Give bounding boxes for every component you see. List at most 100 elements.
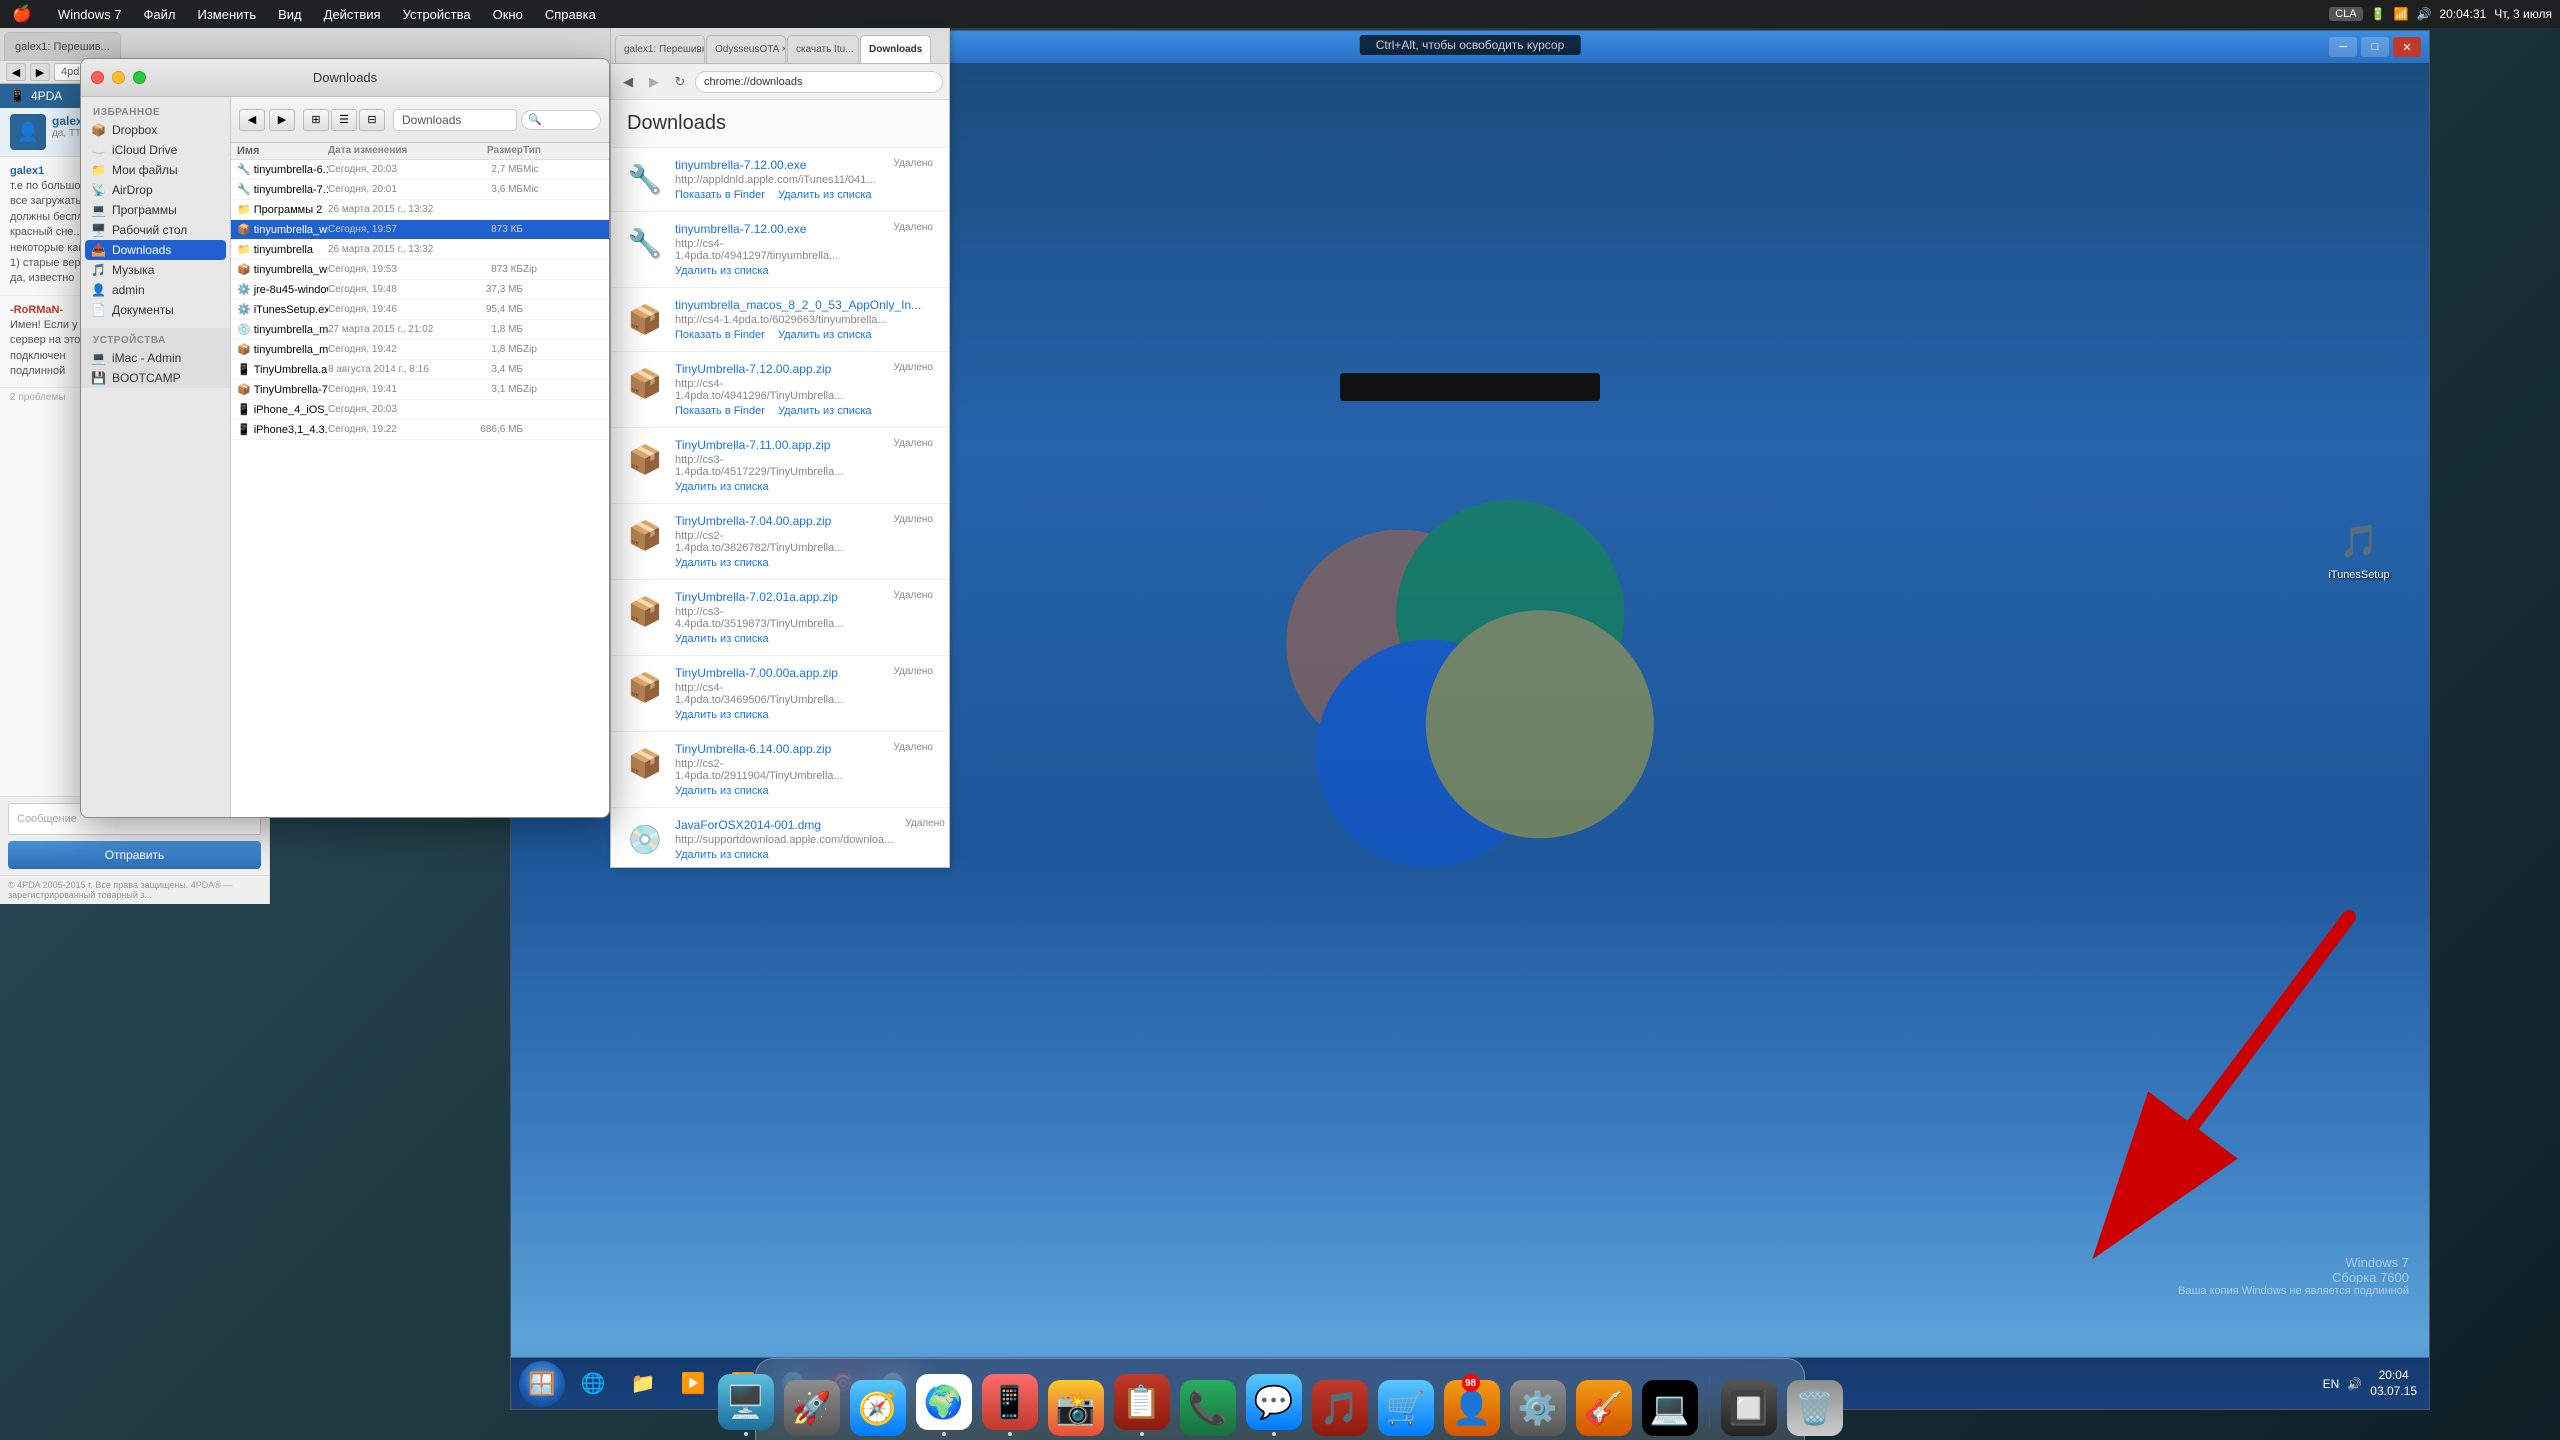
download-link[interactable]: TinyUmbrella-7.00.00a.app.zip bbox=[675, 666, 882, 680]
sidebar-item-downloads[interactable]: 📥 Downloads bbox=[85, 240, 226, 260]
remove-from-list-btn[interactable]: Удалить из списка bbox=[675, 481, 769, 493]
finder-file-row[interactable]: 📁tinyumbrella 26 марта 2015 г., 13:32 bbox=[231, 240, 609, 260]
finder-file-row[interactable]: 📁Программы 2 26 марта 2015 г., 13:32 bbox=[231, 200, 609, 220]
remove-from-list-btn[interactable]: Удалить из списка bbox=[675, 709, 769, 721]
chrome-tab-forum[interactable]: galex1: Перешивка для iPad ... QMB... bbox=[615, 35, 705, 63]
finder-minimize-button[interactable] bbox=[112, 71, 125, 84]
download-link[interactable]: tinyumbrella-7.12.00.exe bbox=[675, 158, 882, 172]
file-menu[interactable]: Файл bbox=[140, 5, 180, 24]
sidebar-item-docs[interactable]: 📄 Документы bbox=[81, 300, 230, 320]
finder-file-row[interactable]: 📱TinyUmbrella.app 8 августа 2014 г., 8:1… bbox=[231, 360, 609, 380]
chrome-tab-odysseus[interactable]: OdysseusOTA × bbox=[706, 35, 786, 63]
dock-item-launchpad[interactable]: 🚀 bbox=[781, 1374, 843, 1436]
dock-item-launchbar[interactable]: 🔲 bbox=[1718, 1374, 1780, 1436]
sidebar-item-airdrop[interactable]: 📡 AirDrop bbox=[81, 180, 230, 200]
show-in-finder-btn[interactable]: Показать в Finder bbox=[675, 189, 765, 201]
chrome-forward-btn[interactable]: ▶ bbox=[643, 71, 665, 93]
remove-from-list-btn[interactable]: Удалить из списка bbox=[675, 633, 769, 645]
sidebar-item-admin[interactable]: 👤 admin bbox=[81, 280, 230, 300]
finder-file-row[interactable]: 🔧tinyumbrella-6.12.00.exe Сегодня, 20:03… bbox=[231, 160, 609, 180]
devices-menu[interactable]: Устройства bbox=[399, 5, 475, 24]
chrome-reload-btn[interactable]: ↻ bbox=[669, 71, 691, 93]
show-in-finder-btn[interactable]: Показать в Finder bbox=[675, 405, 765, 417]
window-menu[interactable]: Окно bbox=[489, 5, 527, 24]
finder-file-row[interactable]: ⚙️iTunesSetup.exe Сегодня, 19:46 95,4 МБ bbox=[231, 300, 609, 320]
dock-item-terminal[interactable]: 💻 bbox=[1639, 1374, 1701, 1436]
apple-menu[interactable]: 🍎 bbox=[8, 2, 36, 26]
remove-from-list-btn[interactable]: Удалить из списка bbox=[675, 557, 769, 569]
download-link[interactable]: TinyUmbrella-7.04.00.app.zip bbox=[675, 514, 882, 528]
remove-from-list-btn[interactable]: Удалить из списка bbox=[675, 785, 769, 797]
chrome-back-btn[interactable]: ◀ bbox=[617, 71, 639, 93]
remove-from-list-btn[interactable]: Удалить из списка bbox=[675, 849, 769, 861]
forum-back-btn[interactable]: ◀ bbox=[6, 63, 26, 81]
finder-view-list-btn[interactable]: ☰ bbox=[331, 109, 357, 131]
remove-from-list-btn[interactable]: Удалить из списка bbox=[778, 189, 872, 201]
dock-item-facetime[interactable]: 📞 bbox=[1177, 1374, 1239, 1436]
dock-item-trash[interactable]: 🗑️ bbox=[1784, 1374, 1846, 1436]
view-menu[interactable]: Вид bbox=[274, 5, 306, 24]
chrome-url-bar[interactable]: chrome://downloads bbox=[695, 71, 943, 93]
forum-forward-btn[interactable]: ▶ bbox=[30, 63, 50, 81]
download-link[interactable]: TinyUmbrella-7.12.00.app.zip bbox=[675, 362, 882, 376]
finder-file-row[interactable]: 📦tinyumbrella_maco...nly_InstalledJRE.zi… bbox=[231, 340, 609, 360]
finder-file-row[interactable]: 📦tinyumbrella_windo...InstalledJRE (1).z… bbox=[231, 220, 609, 240]
download-link[interactable]: TinyUmbrella-6.14.00.app.zip bbox=[675, 742, 882, 756]
edit-menu[interactable]: Изменить bbox=[193, 5, 260, 24]
download-link[interactable]: JavaForOSX2014-001.dmg bbox=[675, 818, 893, 832]
sidebar-item-imac[interactable]: 💻 iMac - Admin bbox=[81, 348, 230, 368]
finder-file-row[interactable]: 🔧tinyumbrella-7.12.00.exe Сегодня, 20:01… bbox=[231, 180, 609, 200]
remove-from-list-btn[interactable]: Удалить из списка bbox=[778, 405, 872, 417]
finder-file-row[interactable]: ⚙️jre-8u45-windows-i586.exe Сегодня, 19:… bbox=[231, 280, 609, 300]
download-link[interactable]: tinyumbrella-7.12.00.exe bbox=[675, 222, 882, 236]
forum-send-button[interactable]: Отправить bbox=[8, 841, 261, 869]
chrome-tab-downloads[interactable]: Downloads bbox=[860, 35, 931, 63]
finder-forward-btn[interactable]: ▶ bbox=[269, 109, 295, 131]
finder-view-icon-btn[interactable]: ⊞ bbox=[303, 109, 329, 131]
win7-maximize-btn[interactable]: □ bbox=[2361, 37, 2389, 57]
finder-file-row[interactable]: 📦TinyUmbrella-7.12.00.app.zip Сегодня, 1… bbox=[231, 380, 609, 400]
finder-close-button[interactable] bbox=[91, 71, 104, 84]
dock-item-finder[interactable]: 🖥️ bbox=[715, 1374, 777, 1436]
download-link[interactable]: TinyUmbrella-7.11.00.app.zip bbox=[675, 438, 882, 452]
dock-item-chrome[interactable]: 🌍 bbox=[913, 1374, 975, 1436]
dock-item-messages[interactable]: 💬 bbox=[1243, 1374, 1305, 1436]
sidebar-item-myfiles[interactable]: 📁 Мои файлы bbox=[81, 160, 230, 180]
dock-item-appstore[interactable]: 🛒 bbox=[1375, 1374, 1437, 1436]
sidebar-item-bootcamp[interactable]: 💾 BOOTCAMP bbox=[81, 368, 230, 388]
dock-item-garageband[interactable]: 🎸 bbox=[1573, 1374, 1635, 1436]
actions-menu[interactable]: Действия bbox=[320, 5, 385, 24]
help-menu[interactable]: Справка bbox=[541, 5, 600, 24]
download-link[interactable]: TinyUmbrella-7.02.01a.app.zip bbox=[675, 590, 882, 604]
sidebar-item-music[interactable]: 🎵 Музыка bbox=[81, 260, 230, 280]
chrome-tab-itunes[interactable]: скачать Itu... bbox=[787, 35, 859, 63]
finder-view-column-btn[interactable]: ⊟ bbox=[359, 109, 385, 131]
finder-back-btn[interactable]: ◀ bbox=[239, 109, 265, 131]
sidebar-item-desktop[interactable]: 🖥️ Рабочий стол bbox=[81, 220, 230, 240]
win7-minimize-btn[interactable]: ─ bbox=[2329, 37, 2357, 57]
sidebar-item-dropbox[interactable]: 📦 Dropbox bbox=[81, 120, 230, 140]
app-name-menu[interactable]: Windows 7 bbox=[54, 5, 126, 24]
show-in-finder-btn[interactable]: Показать в Finder bbox=[675, 329, 765, 341]
dock-item-safari[interactable]: 🧭 bbox=[847, 1374, 909, 1436]
sidebar-item-apps[interactable]: 💻 Программы bbox=[81, 200, 230, 220]
finder-search-input[interactable]: 🔍 bbox=[521, 110, 601, 130]
dock-item-parallels[interactable]: 📋 bbox=[1111, 1374, 1173, 1436]
finder-file-row[interactable]: 📦tinyumbrella_windo...53_InstalledJRE.zi… bbox=[231, 260, 609, 280]
remove-from-list-btn[interactable]: Удалить из списка bbox=[778, 329, 872, 341]
remove-from-list-btn[interactable]: Удалить из списка bbox=[675, 265, 769, 277]
sidebar-item-icloud[interactable]: ☁️ iCloud Drive bbox=[81, 140, 230, 160]
finder-zoom-button[interactable] bbox=[133, 71, 146, 84]
dock-item-itunes[interactable]: 🎵 bbox=[1309, 1374, 1371, 1436]
win7-icon-itunessetup[interactable]: 🎵 iTunesSetup bbox=[2319, 513, 2399, 585]
forum-tab-main[interactable]: galex1: Перешив... bbox=[4, 32, 121, 60]
dock-item-contacts[interactable]: 👤 98 bbox=[1441, 1374, 1503, 1436]
dock-item-photos[interactable]: 📸 bbox=[1045, 1374, 1107, 1436]
finder-file-row[interactable]: 📱iPhone_4_iOS_4.3...er.ipwc.crdownload С… bbox=[231, 400, 609, 420]
finder-file-row[interactable]: 📱iPhone3,1_4.3.3_8J2_Restore.ipsw Сегодн… bbox=[231, 420, 609, 440]
finder-file-row[interactable]: 💿tinyumbrella_maco...ly_InstalledJRE.dmg… bbox=[231, 320, 609, 340]
dock-item-systemprefs[interactable]: ⚙️ bbox=[1507, 1374, 1569, 1436]
dock-item-iphone-backup[interactable]: 📱 bbox=[979, 1374, 1041, 1436]
download-link[interactable]: tinyumbrella_macos_8_2_0_53_AppOnly_In..… bbox=[675, 298, 933, 312]
win7-close-btn[interactable]: ✕ bbox=[2393, 37, 2421, 57]
